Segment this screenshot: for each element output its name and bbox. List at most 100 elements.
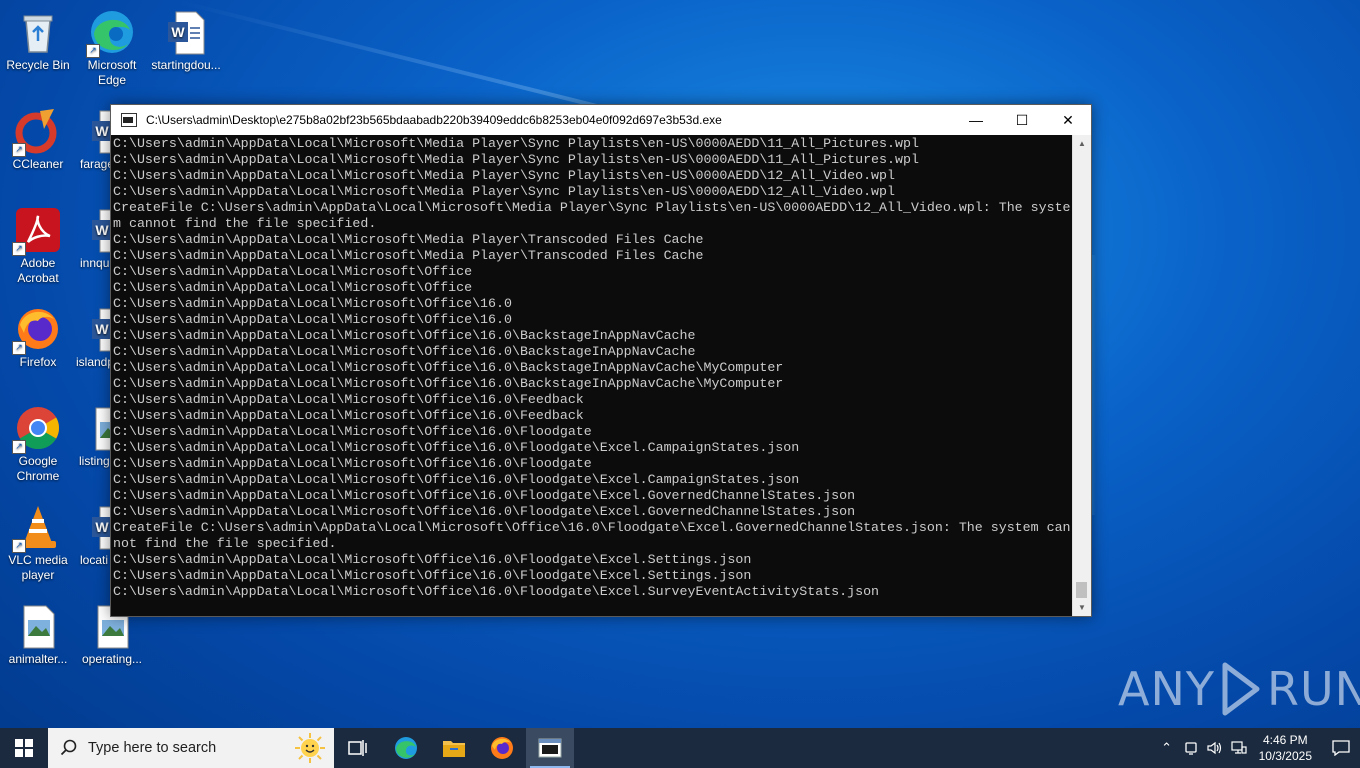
scroll-down-arrow-icon[interactable]: ▼ bbox=[1073, 599, 1091, 616]
console-window-icon bbox=[538, 738, 562, 758]
console-line: C:\Users\admin\AppData\Local\Microsoft\O… bbox=[113, 392, 584, 407]
console-line: C:\Users\admin\AppData\Local\Microsoft\M… bbox=[113, 248, 704, 263]
task-view-button[interactable] bbox=[334, 728, 382, 768]
console-output[interactable]: C:\Users\admin\AppData\Local\Microsoft\M… bbox=[111, 135, 1073, 616]
window-title: C:\Users\admin\Desktop\e275b8a02bf23b565… bbox=[146, 113, 722, 127]
network-button[interactable] bbox=[1227, 728, 1251, 768]
shortcut-arrow-icon: ↗ bbox=[12, 341, 26, 355]
desktop-icon-label: Google Chrome bbox=[16, 454, 60, 483]
console-line: C:\Users\admin\AppData\Local\Microsoft\M… bbox=[113, 232, 704, 247]
console-line: not find the file specified. bbox=[113, 536, 337, 551]
watermark-text-right: RUN bbox=[1266, 662, 1360, 716]
desktop-icon-label: Microsoft Edge bbox=[87, 58, 137, 87]
desktop-icon-label: Firefox bbox=[19, 355, 57, 369]
console-window[interactable]: C:\Users\admin\Desktop\e275b8a02bf23b565… bbox=[110, 104, 1092, 617]
search-placeholder: Type here to search bbox=[88, 740, 217, 756]
start-button[interactable] bbox=[0, 728, 48, 768]
action-center-button[interactable] bbox=[1322, 728, 1360, 768]
console-line: C:\Users\admin\AppData\Local\Microsoft\O… bbox=[113, 584, 880, 599]
desktop-icon-label: operating... bbox=[81, 652, 143, 666]
word-document-icon: W bbox=[162, 8, 210, 56]
ccleaner-icon: ↗ bbox=[12, 107, 62, 157]
console-line: C:\Users\admin\AppData\Local\Microsoft\O… bbox=[113, 568, 752, 583]
volume-button[interactable] bbox=[1203, 728, 1227, 768]
shortcut-arrow-icon: ↗ bbox=[86, 44, 100, 58]
desktop-icon-word-doc[interactable]: W startingdou... bbox=[148, 8, 224, 73]
taskbar-search-box[interactable]: Type here to search bbox=[48, 728, 334, 768]
console-line: C:\Users\admin\AppData\Local\Microsoft\O… bbox=[113, 296, 512, 311]
desktop-icon-label: Recycle Bin bbox=[6, 58, 70, 72]
console-line: C:\Users\admin\AppData\Local\Microsoft\O… bbox=[113, 344, 696, 359]
watermark-play-icon bbox=[1222, 662, 1260, 716]
chevron-up-icon: ⌃ bbox=[1161, 740, 1173, 755]
vlc-icon: ↗ bbox=[12, 503, 62, 553]
console-text: C:\Users\admin\AppData\Local\Microsoft\M… bbox=[111, 135, 1073, 600]
watermark-text-left: ANY bbox=[1118, 662, 1215, 716]
console-line: CreateFile C:\Users\admin\AppData\Local\… bbox=[113, 200, 1071, 215]
acrobat-icon: ↗ bbox=[12, 206, 62, 256]
desktop-icon-label: startingdou... bbox=[151, 58, 221, 72]
console-line: C:\Users\admin\AppData\Local\Microsoft\M… bbox=[113, 152, 919, 167]
recycle-bin-icon bbox=[14, 8, 62, 56]
console-line: C:\Users\admin\AppData\Local\Microsoft\M… bbox=[113, 136, 919, 151]
desktop-icon-firefox[interactable]: ↗ Firefox bbox=[0, 305, 76, 370]
speaker-icon bbox=[1207, 741, 1221, 755]
console-line: C:\Users\admin\AppData\Local\Microsoft\O… bbox=[113, 504, 856, 519]
desktop-icon-google-chrome[interactable]: ↗ Google Chrome bbox=[0, 404, 76, 484]
console-line: C:\Users\admin\AppData\Local\Microsoft\O… bbox=[113, 280, 473, 295]
console-line: C:\Users\admin\AppData\Local\Microsoft\O… bbox=[113, 264, 473, 279]
desktop-icon-adobe-acrobat[interactable]: ↗ Adobe Acrobat bbox=[0, 206, 76, 286]
show-hidden-icons-button[interactable]: ⌃ bbox=[1155, 728, 1179, 768]
console-line: C:\Users\admin\AppData\Local\Microsoft\M… bbox=[113, 184, 895, 199]
console-line: C:\Users\admin\AppData\Local\Microsoft\O… bbox=[113, 376, 784, 391]
taskbar-clock[interactable]: 4:46 PM 10/3/2025 bbox=[1259, 732, 1312, 764]
console-line: C:\Users\admin\AppData\Local\Microsoft\O… bbox=[113, 360, 784, 375]
device-icon bbox=[1184, 742, 1197, 755]
desktop-icon-label: Adobe Acrobat bbox=[17, 256, 59, 285]
taskbar: Type here to search ⌃ 4:46 PM 10/3/2025 bbox=[0, 728, 1360, 768]
shortcut-arrow-icon: ↗ bbox=[12, 539, 26, 553]
system-tray: ⌃ 4:46 PM 10/3/2025 bbox=[1155, 728, 1360, 768]
taskbar-console-app[interactable] bbox=[526, 728, 574, 768]
desktop-icon-microsoft-edge[interactable]: ↗ Microsoft Edge bbox=[74, 8, 150, 88]
console-line: C:\Users\admin\AppData\Local\Microsoft\O… bbox=[113, 328, 696, 343]
window-titlebar[interactable]: C:\Users\admin\Desktop\e275b8a02bf23b565… bbox=[111, 105, 1091, 135]
clock-date: 10/3/2025 bbox=[1258, 749, 1312, 763]
console-line: C:\Users\admin\AppData\Local\Microsoft\M… bbox=[113, 168, 895, 183]
minimize-button[interactable]: — bbox=[953, 105, 999, 135]
desktop-icon-animalter[interactable]: animalter... bbox=[0, 602, 76, 667]
console-line: C:\Users\admin\AppData\Local\Microsoft\O… bbox=[113, 424, 592, 439]
console-line: CreateFile C:\Users\admin\AppData\Local\… bbox=[113, 520, 1071, 535]
desktop-icon-recycle-bin[interactable]: Recycle Bin bbox=[0, 8, 76, 73]
close-icon: ✕ bbox=[1062, 111, 1074, 128]
firefox-icon: ↗ bbox=[12, 305, 62, 355]
tray-device-icon[interactable] bbox=[1179, 728, 1203, 768]
edge-icon: ↗ bbox=[86, 8, 136, 58]
desktop-icon-vlc[interactable]: ↗ VLC media player bbox=[0, 503, 76, 583]
console-line: C:\Users\admin\AppData\Local\Microsoft\O… bbox=[113, 440, 800, 455]
chrome-icon: ↗ bbox=[12, 404, 62, 454]
edge-icon bbox=[395, 737, 417, 759]
scrollbar-thumb[interactable] bbox=[1076, 582, 1087, 598]
console-app-icon bbox=[121, 113, 137, 127]
scroll-up-arrow-icon[interactable]: ▲ bbox=[1073, 135, 1091, 152]
anyrun-watermark: ANY RUN bbox=[1118, 656, 1360, 722]
maximize-icon: ☐ bbox=[1015, 111, 1029, 128]
close-button[interactable]: ✕ bbox=[1045, 105, 1091, 135]
firefox-icon bbox=[491, 737, 513, 759]
shortcut-arrow-icon: ↗ bbox=[12, 440, 26, 454]
console-line: C:\Users\admin\AppData\Local\Microsoft\O… bbox=[113, 312, 512, 327]
minimize-icon: — bbox=[969, 112, 983, 128]
desktop-icon-ccleaner[interactable]: ↗ CCleaner bbox=[0, 107, 76, 172]
search-highlight-sun-icon[interactable] bbox=[294, 732, 326, 764]
taskbar-file-explorer[interactable] bbox=[430, 728, 478, 768]
search-icon bbox=[60, 739, 77, 756]
taskbar-firefox[interactable] bbox=[478, 728, 526, 768]
console-line: C:\Users\admin\AppData\Local\Microsoft\O… bbox=[113, 488, 856, 503]
maximize-button[interactable]: ☐ bbox=[999, 105, 1045, 135]
taskbar-edge[interactable] bbox=[382, 728, 430, 768]
clock-time: 4:46 PM bbox=[1262, 733, 1308, 747]
shortcut-arrow-icon: ↗ bbox=[12, 143, 26, 157]
vertical-scrollbar[interactable]: ▲ ▼ bbox=[1072, 135, 1091, 616]
shortcut-arrow-icon: ↗ bbox=[12, 242, 26, 256]
